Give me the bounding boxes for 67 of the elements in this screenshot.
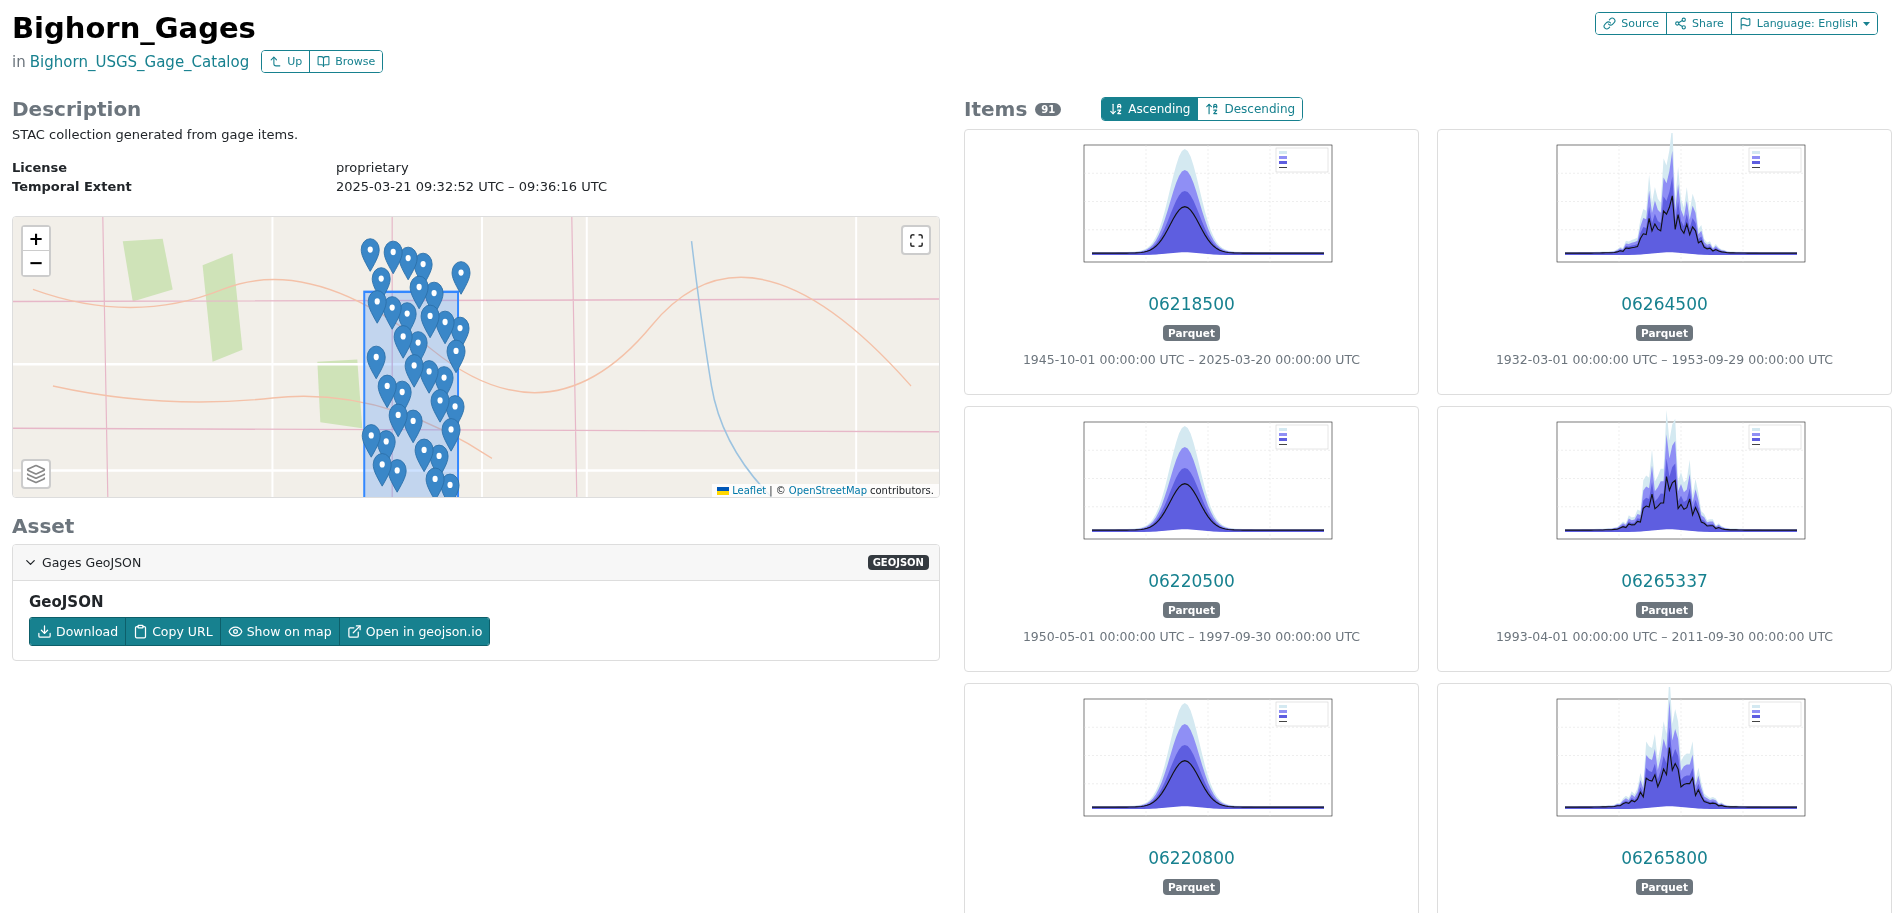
attribution-text: contributors. xyxy=(870,485,934,496)
legend-drawing xyxy=(1275,424,1328,450)
item-link[interactable]: 06265337 xyxy=(1621,571,1708,591)
format-badge: Parquet xyxy=(1636,879,1693,895)
book-icon xyxy=(317,55,331,68)
metadata-value: 2025-03-21 09:32:52 UTC – 09:36:16 UTC xyxy=(336,179,609,194)
eye-icon xyxy=(227,624,243,639)
sort-down-icon xyxy=(1109,102,1124,116)
legend-drawing xyxy=(1275,701,1328,727)
external-button[interactable]: Open in geojson.io xyxy=(338,618,490,645)
language-dropdown[interactable]: Language: English xyxy=(1730,13,1877,34)
caret-icon xyxy=(1863,21,1870,26)
page-title: Bighorn_Gages xyxy=(12,10,257,47)
download-icon xyxy=(37,624,52,639)
metadata-value: proprietary xyxy=(336,160,410,175)
description-text: STAC collection generated from gage items. xyxy=(12,127,300,142)
section-heading: Asset xyxy=(12,513,76,540)
metadata-label: License xyxy=(12,160,69,175)
section-heading: Description xyxy=(12,96,143,123)
format-badge: Parquet xyxy=(1163,602,1220,618)
item-datetime: 1950-05-01 00:00:00 UTC – 1997-09-30 00:00:00 UTC xyxy=(1022,629,1361,644)
browse-button[interactable]: Browse xyxy=(309,51,383,72)
layers-icon xyxy=(26,464,46,484)
format-badge: Parquet xyxy=(1163,325,1220,341)
share-icon xyxy=(1674,17,1688,30)
item-link[interactable]: 06264500 xyxy=(1621,294,1708,314)
parent-prefix: in xyxy=(12,52,26,71)
openstreetmap-link[interactable]: OpenStreetMap xyxy=(788,485,867,496)
item-datetime: 1945-10-01 00:00:00 UTC – 2025-03-20 00:00:00 UTC xyxy=(1022,352,1361,367)
item-link[interactable]: 06220500 xyxy=(1148,571,1235,591)
legend-drawing xyxy=(1275,147,1328,173)
item-link[interactable]: 06265800 xyxy=(1621,848,1708,868)
attribution-text: | © xyxy=(769,485,786,496)
map-button[interactable]: Show on map xyxy=(219,618,339,645)
item-link[interactable]: 06218500 xyxy=(1148,294,1235,314)
fullscreen-button[interactable] xyxy=(901,225,931,255)
item-datetime: 1932-03-01 00:00:00 UTC – 1953-09-29 00:00:00 UTC xyxy=(1495,352,1834,367)
format-badge: Parquet xyxy=(1636,602,1693,618)
legend-drawing xyxy=(1748,701,1801,727)
item-datetime: 1993-04-01 00:00:00 UTC – 2011-09-30 00:00:00 UTC xyxy=(1495,629,1834,644)
metadata-label: Temporal Extent xyxy=(12,179,133,194)
asset-toggle[interactable]: Gages GeoJSON xyxy=(23,555,142,570)
section-heading: Items xyxy=(964,96,1028,123)
legend-drawing xyxy=(1748,424,1801,450)
parent-link[interactable]: Bighorn_USGS_Gage_Catalog xyxy=(29,52,250,71)
flag-icon xyxy=(1738,17,1752,30)
sort-button[interactable]: Descending xyxy=(1197,98,1303,120)
clipboard-icon xyxy=(133,624,149,639)
item-count: 91 xyxy=(1035,102,1062,116)
item-link[interactable]: 06220800 xyxy=(1148,848,1235,868)
legend-drawing xyxy=(1748,147,1801,173)
layers-button[interactable] xyxy=(21,459,51,489)
external-link-icon xyxy=(346,624,362,639)
link-icon xyxy=(1603,17,1617,30)
corner-arrow-icon xyxy=(269,55,283,68)
zoom-in-button[interactable]: + xyxy=(23,227,49,251)
format-badge: GEOJSON xyxy=(867,555,929,570)
format-badge: Parquet xyxy=(1163,879,1220,895)
fullscreen-icon xyxy=(908,232,924,248)
sort-button[interactable]: Ascending xyxy=(1102,98,1198,120)
leaflet-link[interactable]: Leaflet xyxy=(732,485,767,496)
download-button[interactable]: Download xyxy=(30,618,126,645)
sort-up-icon xyxy=(1205,102,1220,116)
flag-icon xyxy=(717,486,730,495)
format-badge: Parquet xyxy=(1636,325,1693,341)
asset-name: GeoJSON xyxy=(29,593,105,611)
copy-button[interactable]: Copy URL xyxy=(125,618,220,645)
